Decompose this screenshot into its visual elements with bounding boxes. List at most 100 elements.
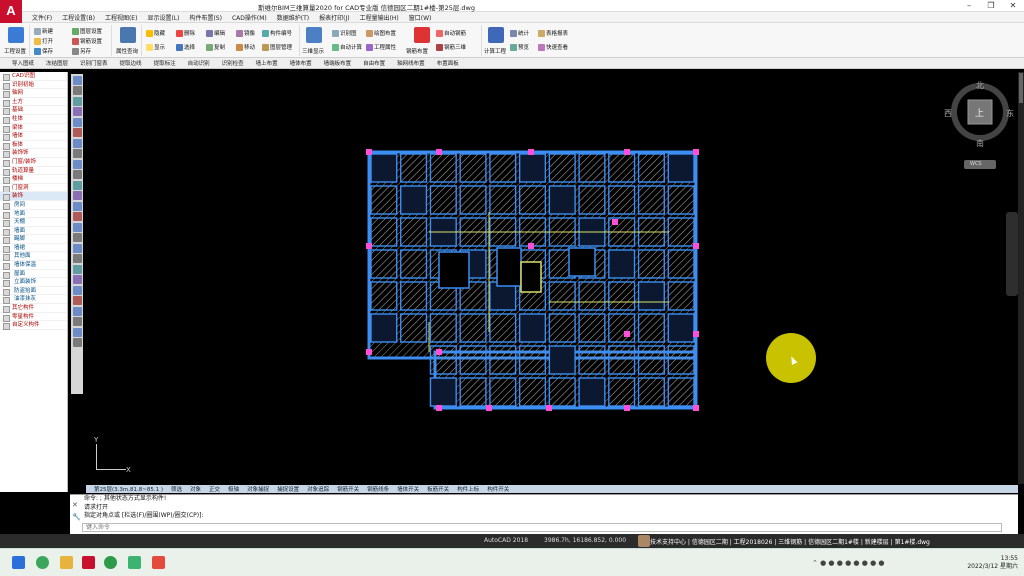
compass-top-face[interactable]: 上 <box>975 106 984 119</box>
tree-sub-item[interactable]: 墙裙 <box>0 244 67 253</box>
tray-icons[interactable]: ⌃ ● ● ● ● ● ● ● ● <box>812 559 885 567</box>
drawing-canvas[interactable]: Y X <box>86 72 1018 484</box>
toolstrip-icon[interactable] <box>72 159 82 169</box>
tree-item[interactable]: 自定义构件 <box>0 321 67 330</box>
toolstrip-icon[interactable] <box>72 338 82 347</box>
rebar-3d-button[interactable]: 钢筋三维 <box>436 43 466 51</box>
toolstrip-icon[interactable] <box>72 86 82 95</box>
viewcube[interactable]: 北 南 东 西 上 WCS <box>944 80 1014 172</box>
toggle-item[interactable]: 构件开关 <box>487 485 509 493</box>
app-logo[interactable]: A <box>0 0 22 24</box>
compass-east[interactable]: 东 <box>1006 108 1014 119</box>
close-icon[interactable]: ✕ <box>1002 0 1024 12</box>
quick-view-button[interactable]: 快速查看 <box>538 43 568 51</box>
toggle-item[interactable]: 构件上标 <box>457 485 479 493</box>
draw-place-button[interactable]: 绘图布置 <box>366 29 396 37</box>
tree-item[interactable]: 门窗/装饰 <box>0 158 67 167</box>
save-button[interactable]: 保存 <box>34 47 53 55</box>
toolstrip-icon[interactable] <box>72 128 82 137</box>
toolstrip-icon[interactable] <box>72 149 82 158</box>
minimize-icon[interactable]: – <box>958 0 980 12</box>
tree-sub-item[interactable]: 地面 <box>0 210 67 219</box>
tree-sub-item[interactable]: 其他面 <box>0 252 67 262</box>
tree-sub-item[interactable]: 房间 <box>0 201 67 210</box>
menu-item[interactable]: 构件布置(S) <box>189 13 222 22</box>
toolstrip-icon[interactable] <box>72 201 82 211</box>
toolbar2-item[interactable]: 墙体布置 <box>290 59 312 67</box>
tree-item[interactable]: 其它构件 <box>0 304 67 313</box>
toolstrip-icon[interactable] <box>72 243 82 253</box>
tree-item[interactable]: 门窗洞 <box>0 184 67 193</box>
select-button[interactable]: 选择 <box>176 43 195 51</box>
tree-sub-item[interactable]: 天棚 <box>0 218 67 227</box>
toolstrip-icon[interactable] <box>72 317 82 326</box>
component-id-button[interactable]: 构件编号 <box>262 29 292 37</box>
tree-item[interactable]: 装饰饰 <box>0 149 67 158</box>
wechat-icon[interactable] <box>104 556 117 569</box>
toolstrip-icon[interactable] <box>72 275 82 284</box>
toggle-item[interactable]: 对象追踪 <box>307 485 329 493</box>
tree-sub-item[interactable]: 墙面 <box>0 227 67 236</box>
taskbar-clock[interactable]: 13:55 2022/3/12 星期六 <box>967 555 1018 571</box>
toolbar2-item[interactable]: 识别门窗表 <box>80 59 108 67</box>
tree-item[interactable]: 轴网 <box>0 89 67 98</box>
menu-item[interactable]: 文件(F) <box>32 13 52 22</box>
toggle-item[interactable]: 捕捉设置 <box>277 485 299 493</box>
tree-sub-item[interactable]: 墙体保温 <box>0 261 67 270</box>
toolbar2-item[interactable]: 识别检查 <box>222 59 244 67</box>
toolbar2-item[interactable]: 导入图纸 <box>12 59 34 67</box>
layer-manage-button[interactable]: 图层管理 <box>262 43 292 51</box>
calculate-icon[interactable] <box>488 27 504 43</box>
autocad-icon[interactable] <box>82 556 95 569</box>
toggle-item[interactable]: 正交 <box>209 485 220 493</box>
compass-west[interactable]: 西 <box>944 108 952 119</box>
tree-item[interactable]: 梁体 <box>0 124 67 133</box>
toolstrip-icon[interactable] <box>72 296 82 305</box>
project-attr-button[interactable]: 工程属性 <box>366 43 396 51</box>
navigation-bar[interactable] <box>1006 212 1018 296</box>
toolstrip-icon[interactable] <box>72 170 82 179</box>
tree-item[interactable]: 楼梯 <box>0 175 67 184</box>
wcs-label[interactable]: WCS <box>970 161 982 167</box>
tree-item[interactable]: 轨道算量 <box>0 167 67 176</box>
hide-button[interactable]: 隐藏 <box>146 29 165 37</box>
toggle-item[interactable]: 板筋开关 <box>427 485 449 493</box>
3d-display-icon[interactable] <box>306 27 322 43</box>
toolstrip-icon[interactable] <box>72 306 82 316</box>
toolbar2-item[interactable]: 布置面板 <box>437 59 459 67</box>
toolbar2-item[interactable]: 提取边线 <box>120 59 142 67</box>
tree-item[interactable]: 土方 <box>0 98 67 107</box>
toolstrip-icon[interactable] <box>72 107 82 116</box>
menu-item[interactable]: 工程视图(E) <box>105 13 137 22</box>
copy-button[interactable]: 复制 <box>206 43 225 51</box>
camtasia-icon[interactable] <box>128 556 141 569</box>
compass-north[interactable]: 北 <box>976 80 984 91</box>
toolbar2-item[interactable]: 轴网线布置 <box>397 59 425 67</box>
toolstrip-icon[interactable] <box>72 75 82 85</box>
close-command-icon[interactable]: ✕ <box>72 501 78 509</box>
rebar-settings-button[interactable]: 钢筋设置 <box>72 37 102 45</box>
menu-item[interactable]: 窗口(W) <box>409 13 432 22</box>
auto-calc-button[interactable]: 自动计算 <box>332 43 362 51</box>
toggle-item[interactable]: 极轴 <box>228 485 239 493</box>
toolstrip-icon[interactable] <box>72 212 82 221</box>
toolstrip-icon[interactable] <box>72 180 82 190</box>
toolstrip-icon[interactable] <box>72 285 82 295</box>
toggle-item[interactable]: 钢筋开关 <box>337 485 359 493</box>
toolstrip-icon[interactable] <box>72 117 82 127</box>
floor-indicator[interactable]: 第25层(3.3m,81.8~85.1 ) <box>94 485 163 493</box>
wrench-icon[interactable]: 🔧 <box>72 513 81 521</box>
tree-item-selected[interactable]: 装饰 <box>0 192 67 201</box>
tree-item[interactable]: 识别初始 <box>0 81 67 90</box>
project-settings-icon[interactable] <box>8 27 24 43</box>
recognize-button[interactable]: 识别图 <box>332 29 357 37</box>
vertical-scrollbar[interactable] <box>1018 72 1024 484</box>
document-tab[interactable]: 技术支持中心 | 信德园区二期 | 工程2018026 | 三维钢筋 | 信德园… <box>650 537 930 546</box>
move-button[interactable]: 移动 <box>236 43 255 51</box>
menu-item[interactable]: 工程设置(B) <box>62 13 95 22</box>
menu-item[interactable]: 数据维护(T) <box>277 13 309 22</box>
recorder-icon[interactable] <box>152 556 165 569</box>
show-button[interactable]: 显示 <box>146 43 165 51</box>
layer-settings-button[interactable]: 图层设置 <box>72 27 102 35</box>
toggle-item[interactable]: 墙体开关 <box>397 485 419 493</box>
